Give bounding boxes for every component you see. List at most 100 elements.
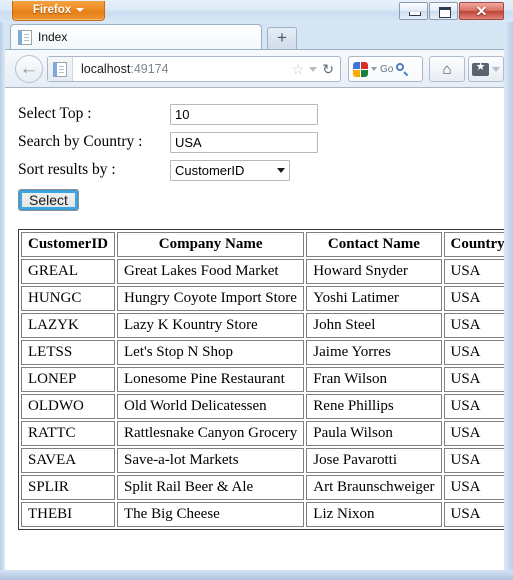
cell-customerid: SAVEA [21,448,115,473]
search-bar[interactable]: Go [348,56,423,82]
star-icon[interactable]: ☆ [292,61,305,78]
cell-companyname: The Big Cheese [117,502,305,527]
cell-customerid: OLDWO [21,394,115,419]
cell-customerid: SPLIR [21,475,115,500]
cell-country: USA [443,367,504,392]
window-frame-bottom [0,570,513,580]
results-table-wrap: CustomerID Company Name Contact Name Cou… [18,229,504,530]
navigation-toolbar: ← localhost:49174 ☆ ↻ Go ⌂ [5,49,504,87]
table-row: OLDWO Old World Delicatessen Rene Phillips… [21,394,504,419]
page-content: Select Top : Search by Country : Sort re… [5,88,504,570]
table-row: GREAL Great Lakes Food Market Howard Snyde… [21,259,504,284]
home-icon: ⌂ [442,60,452,78]
table-row: SPLIR Split Rail Beer & Ale Art Braunschwe… [21,475,504,500]
bookmarks-button[interactable] [468,56,504,82]
cell-contactname: Fran Wilson [306,367,442,392]
url-port: :49174 [130,62,169,76]
minimize-button[interactable] [399,2,428,20]
cell-country: USA [443,286,504,311]
results-table-body: GREAL Great Lakes Food Market Howard Snyde… [21,259,504,527]
cell-country: USA [443,448,504,473]
form-row-select-top: Select Top : [18,101,488,127]
cell-country: USA [443,259,504,284]
column-header-contactname: Contact Name [306,232,442,257]
cell-country: USA [443,475,504,500]
cell-companyname: Old World Delicatessen [117,394,305,419]
cell-companyname: Split Rail Beer & Ale [117,475,305,500]
cell-companyname: Lonesome Pine Restaurant [117,367,305,392]
address-bar[interactable]: localhost:49174 ☆ ↻ [47,56,341,82]
chevron-down-icon [277,167,285,173]
chevron-down-icon [76,7,85,12]
column-header-companyname: Company Name [117,232,305,257]
label-sort-by: Sort results by : [18,161,116,178]
tab-index[interactable]: Index [10,24,262,49]
star-box-icon [472,60,489,76]
table-header-row: CustomerID Company Name Contact Name Cou… [21,232,504,257]
magnifier-icon[interactable] [396,62,409,76]
cell-contactname: Liz Nixon [306,502,442,527]
cell-contactname: Howard Snyder [306,259,442,284]
chevron-down-icon[interactable] [309,66,318,72]
cell-companyname: Rattlesnake Canyon Grocery [117,421,305,446]
window-frame-right [504,0,513,580]
url-host: localhost [81,62,131,76]
column-header-customerid: CustomerID [21,232,115,257]
title-bar: Firefox ✕ [0,0,513,22]
cell-country: USA [443,340,504,365]
table-row: SAVEA Save-a-lot Markets Jose Pavarotti USA [21,448,504,473]
document-icon [53,61,67,77]
cell-companyname: Let's Stop N Shop [117,340,305,365]
results-table-head: CustomerID Company Name Contact Name Cou… [21,232,504,257]
cell-customerid: THEBI [21,502,115,527]
cell-customerid: LETSS [21,340,115,365]
tab-title: Index [38,30,68,44]
cell-country: USA [443,502,504,527]
google-icon [353,61,368,77]
cell-country: USA [443,394,504,419]
form-row-search-country: Search by Country : [18,129,488,155]
table-row: LETSS Let's Stop N Shop Jaime Yorres USA [21,340,504,365]
back-button[interactable]: ← [15,55,43,83]
chevron-down-icon[interactable] [371,67,377,71]
cell-customerid: GREAL [21,259,115,284]
search-engine-label: Go [380,63,393,75]
new-tab-button[interactable]: + [267,27,297,49]
cell-companyname: Great Lakes Food Market [117,259,305,284]
address-bar-icons: ☆ ↻ [292,61,340,78]
sort-by-value: CustomerID [175,162,245,178]
table-row: RATTC Rattlesnake Canyon Grocery Paula Wil… [21,421,504,446]
sort-by-select[interactable]: CustomerID [170,159,290,181]
cell-customerid: HUNGC [21,286,115,311]
close-icon: ✕ [475,3,488,19]
tab-strip: Index + [5,22,504,49]
cell-country: USA [443,421,504,446]
select-top-input[interactable] [170,103,318,125]
cell-contactname: Paula Wilson [306,421,442,446]
cell-contactname: Art Braunschweiger [306,475,442,500]
maximize-icon [439,7,451,18]
chevron-down-icon [492,66,500,72]
firefox-app-menu-button[interactable]: Firefox [12,1,105,21]
form-actions: Select [18,189,488,211]
cell-contactname: Jose Pavarotti [306,448,442,473]
maximize-button[interactable] [429,2,458,20]
url-text: localhost:49174 [73,62,292,76]
form-row-sort-by: Sort results by : CustomerID [18,157,488,183]
cell-customerid: LONEP [21,367,115,392]
column-header-country: Country [443,232,504,257]
home-button[interactable]: ⌂ [429,56,465,82]
document-icon [18,29,32,45]
reload-icon[interactable]: ↻ [322,61,334,78]
label-search-country: Search by Country : [18,133,143,150]
search-country-input[interactable] [170,131,318,153]
results-table: CustomerID Company Name Contact Name Cou… [18,229,504,530]
firefox-menu-label: Firefox [32,4,72,16]
page-viewport: Select Top : Search by Country : Sort re… [5,87,504,570]
close-button[interactable]: ✕ [459,2,504,20]
cell-customerid: LAZYK [21,313,115,338]
select-submit-button[interactable]: Select [18,189,79,211]
cell-contactname: Rene Phillips [306,394,442,419]
site-identity-icon[interactable] [48,57,73,81]
cell-customerid: RATTC [21,421,115,446]
